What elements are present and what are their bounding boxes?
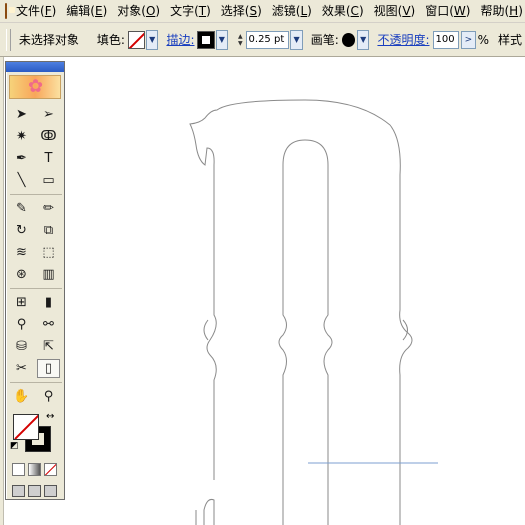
stroke-weight-dropdown[interactable]: ▼ [290,29,303,50]
opacity-arrow-button[interactable]: > [461,30,476,49]
direct-selection-tool[interactable]: ➢ [37,105,60,124]
letter-outline-artwork[interactable] [0,57,525,525]
rectangle-tool[interactable]: ▭ [37,171,60,190]
swap-colors-icon[interactable]: ↔ [46,411,54,422]
zoom-tool[interactable]: ⚲ [37,387,60,406]
menu-effect[interactable]: 效果(C) [317,0,369,22]
outer-outline-path [189,99,413,525]
control-bar: 未选择对象 填色: ▼ 描边: ▼ ▲ ▼ 0.25 pt ▼ 画笔: ▼ 不透明… [0,23,525,57]
menu-window[interactable]: 窗口(W) [420,0,475,22]
pencil-tool[interactable]: ✏ [37,199,60,218]
opacity-field[interactable]: 100 [432,30,460,49]
gradient-tool[interactable]: ▮ [37,293,60,312]
menu-select[interactable]: 选择(S) [216,0,267,22]
menu-file[interactable]: 文件(F) [11,0,61,22]
eraser-tool[interactable]: ▯ [37,359,60,378]
tools-panel-logo[interactable] [9,75,61,99]
tool-separator [10,382,62,383]
rotate-tool[interactable]: ↻ [10,221,33,240]
app-icon[interactable] [5,3,15,19]
fill-dropdown[interactable]: ▼ [146,29,159,50]
inner-upper-counter-path [278,139,333,525]
none-mode-button[interactable] [44,463,57,476]
selection-tool[interactable]: ➤ [10,105,33,124]
brush-dropdown[interactable]: ▼ [357,29,370,50]
stroke-weight-stepper[interactable]: ▲ ▼ [236,31,245,49]
symbol-sprayer-tool[interactable]: ⊛ [10,265,33,284]
scale-tool[interactable]: ⧉ [37,221,60,240]
tools-panel: ➤➢✷ↂ✒T╲▭✎✏↻⧉≋⬚⊛▥⊞▮⚲⚯⛁⇱✂▯✋⚲ ↔ ◩ [5,61,65,500]
slice-tool[interactable]: ✂ [10,359,33,378]
color-mode-row [6,457,64,476]
warp-tool[interactable]: ≋ [10,243,33,262]
standard-screen-mode-button[interactable] [12,485,25,497]
gradient-mode-button[interactable] [28,463,41,476]
stroke-swatch[interactable] [197,30,215,49]
inner-left-notch-path [203,319,209,341]
tool-separator [10,288,62,289]
stroke-weight-field[interactable]: 0.25 pt [245,30,290,49]
full-screen-menu-mode-button[interactable] [28,485,41,497]
magic-wand-tool[interactable]: ✷ [10,127,33,146]
type-tool[interactable]: T [37,149,60,168]
blend-tool[interactable]: ⚯ [37,315,60,334]
fill-swatch[interactable] [127,30,146,49]
menu-object[interactable]: 对象(O) [112,0,165,22]
selection-status: 未选择对象 [18,33,79,47]
opacity-unit: % [477,32,489,47]
fill-label: 填色: [96,33,125,47]
full-screen-mode-button[interactable] [44,485,57,497]
style-label: 样式 [498,33,523,47]
stroke-label-link[interactable]: 描边: [166,31,194,48]
fill-color-box[interactable] [13,414,39,440]
menu-help[interactable]: 帮助(H) [475,0,525,22]
tool-separator [10,194,62,195]
live-paint-selection-tool[interactable]: ⇱ [37,337,60,356]
brush-label: 画笔: [310,33,339,47]
screen-mode-row [6,476,64,497]
pen-tool[interactable]: ✒ [10,149,33,168]
mesh-tool[interactable]: ⊞ [10,293,33,312]
line-tool[interactable]: ╲ [10,171,33,190]
brush-preview-icon[interactable] [341,32,356,47]
fill-stroke-controls: ↔ ◩ [10,411,64,457]
opacity-label-link[interactable]: 不透明度: [377,31,429,48]
free-transform-tool[interactable]: ⬚ [37,243,60,262]
menu-filter[interactable]: 滤镜(L) [267,0,317,22]
menu-view[interactable]: 视图(V) [369,0,421,22]
lasso-tool[interactable]: ↂ [37,127,60,146]
tools-panel-titlebar[interactable] [6,62,64,72]
menu-edit[interactable]: 编辑(E) [61,0,112,22]
live-paint-bucket-tool[interactable]: ⛁ [10,337,33,356]
paintbrush-tool[interactable]: ✎ [10,199,33,218]
control-bar-grip[interactable] [6,28,11,51]
menu-type[interactable]: 文字(T) [165,0,216,22]
default-colors-icon[interactable]: ◩ [10,441,19,451]
menu-bar: 文件(F) 编辑(E) 对象(O) 文字(T) 选择(S) 滤镜(L) 效果(C… [0,0,525,23]
stroke-dropdown[interactable]: ▼ [215,29,229,50]
tool-grid: ➤ ➢ ✷ ↂ ✒ T ╲ ▭ ✎ ✏ ↻ ⧉ ≋ ⬚ ⊛ ▥ ⊞ ▮ ⚲ ⚯ ⛁ ⇱ ✂ ▯ ✋ ⚲ [6,99,64,406]
column-graph-tool[interactable]: ▥ [37,265,60,284]
hand-tool[interactable]: ✋ [10,387,33,406]
eyedropper-tool[interactable]: ⚲ [10,315,33,334]
color-mode-button[interactable] [12,463,25,476]
